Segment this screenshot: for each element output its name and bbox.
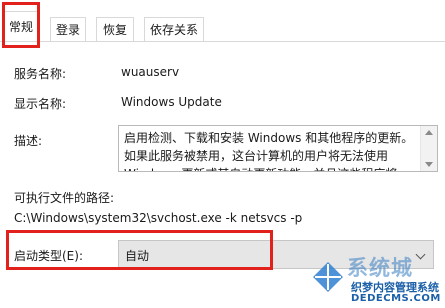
- scroll-up-icon[interactable]: [425, 130, 433, 135]
- tab-strip: 常规 登录 恢复 依存关系: [0, 0, 445, 42]
- startup-type-label: 启动类型(E):: [14, 249, 83, 263]
- startup-type-select[interactable]: 自动: [118, 240, 434, 269]
- scroll-down-icon[interactable]: [425, 162, 433, 167]
- tab-divider: [0, 41, 445, 42]
- description-scrollbar[interactable]: [420, 126, 437, 171]
- tab-recovery[interactable]: 恢复: [96, 17, 134, 41]
- service-name-label: 服务名称:: [14, 67, 67, 81]
- display-name-value[interactable]: Windows Update: [121, 95, 222, 109]
- executable-path-label: 可执行文件的路径:: [14, 191, 115, 205]
- description-box[interactable]: 启用检测、下载和安装 Windows 和其他程序的更新。如果此服务被禁用，这台计…: [118, 125, 438, 172]
- watermark-site: DEDECMS.COM: [351, 293, 441, 304]
- tab-dependencies[interactable]: 依存关系: [144, 17, 204, 41]
- description-text: 启用检测、下载和安装 Windows 和其他程序的更新。如果此服务被禁用，这台计…: [124, 131, 414, 171]
- startup-type-value: 自动: [125, 249, 150, 263]
- tab-logon[interactable]: 登录: [50, 17, 86, 41]
- display-name-label: 显示名称:: [14, 97, 67, 111]
- service-name-value[interactable]: wuauserv: [121, 65, 179, 79]
- watermark-subtitle: 织梦内容管理系统: [351, 281, 439, 294]
- tab-general[interactable]: 常规: [4, 11, 38, 42]
- executable-path-value[interactable]: C:\Windows\system32\svchost.exe -k netsv…: [14, 211, 302, 225]
- chevron-down-icon[interactable]: [415, 249, 426, 260]
- description-label: 描述:: [14, 134, 43, 148]
